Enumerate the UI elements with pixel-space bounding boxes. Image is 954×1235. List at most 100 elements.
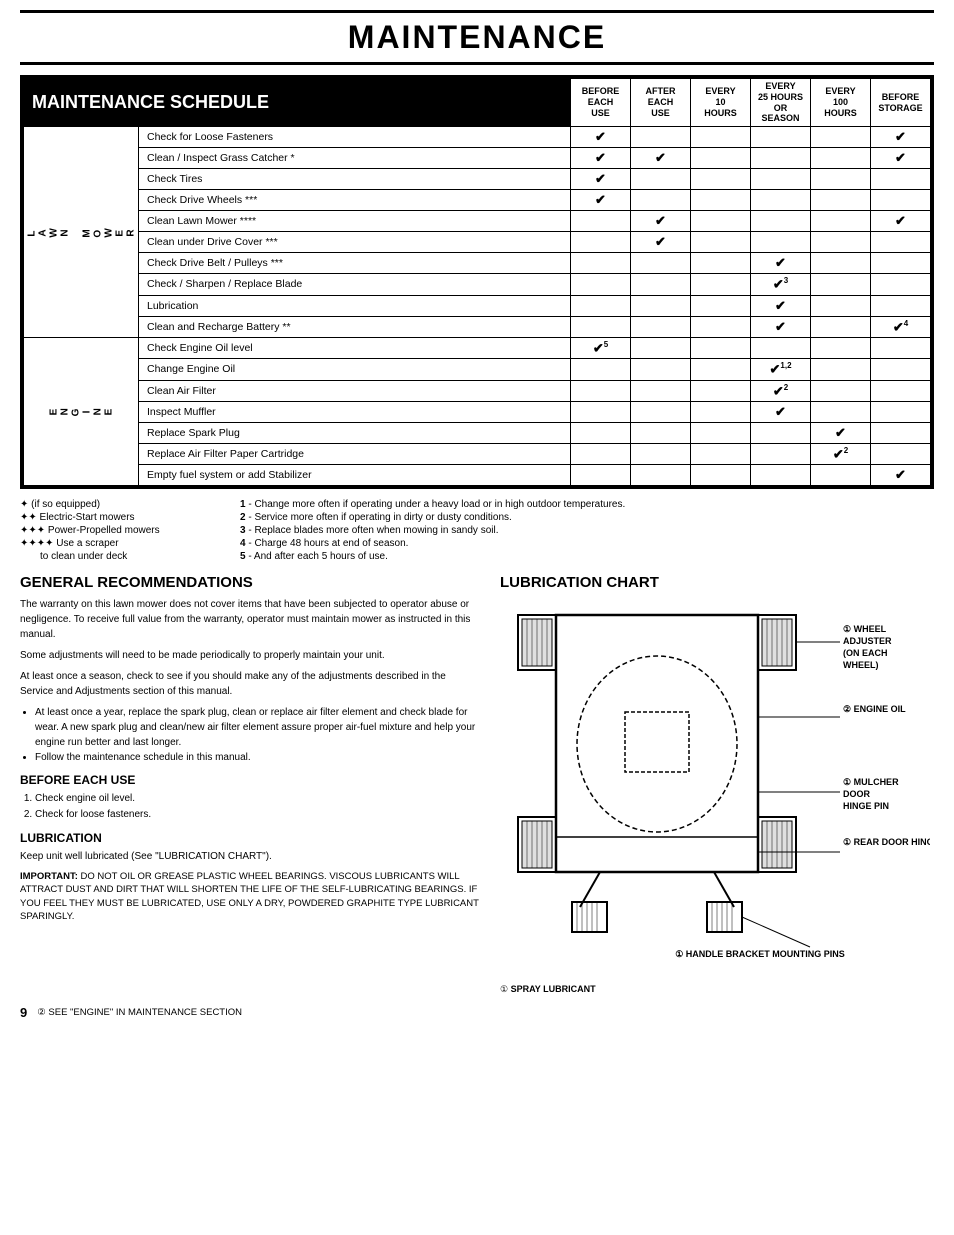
check-every100 [811, 401, 871, 422]
check-before_each [571, 422, 631, 443]
beu-item-2: Check for loose fasteners. [35, 807, 480, 823]
check-every10 [691, 148, 751, 169]
svg-text:ADJUSTER: ADJUSTER [843, 636, 892, 646]
fn-star1: ✦ (if so equipped) [20, 499, 230, 510]
section-label-0: LAWN MOWER [24, 127, 139, 338]
check-every100 [811, 274, 871, 295]
check-before_each [571, 401, 631, 422]
check-every100 [811, 211, 871, 232]
item-cell: Replace Spark Plug [139, 422, 571, 443]
fn-3: 3 - Replace blades more often when mowin… [240, 525, 934, 536]
check-every100 [811, 190, 871, 211]
check-before_each [571, 380, 631, 401]
table-row: Clean Air Filter ✔2 [24, 380, 931, 401]
maintenance-schedule-table: MAINTENANCE SCHEDULE BEFOREEACHUSE AFTER… [23, 78, 931, 486]
lub-label-1: ① SPRAY LUBRICANT [500, 984, 934, 995]
check-before_storage [871, 401, 931, 422]
check-every100 [811, 316, 871, 337]
page-num-row: 9 ② SEE "ENGINE" IN MAINTENANCE SECTION [20, 1005, 934, 1020]
fn-5: 5 - And after each 5 hours of use. [240, 551, 934, 562]
gen-rec-bullets: At least once a year, replace the spark … [35, 705, 480, 765]
check-every25: ✔ [751, 295, 811, 316]
check-before_storage [871, 380, 931, 401]
item-cell: Clean Lawn Mower **** [139, 211, 571, 232]
check-after_each [631, 316, 691, 337]
check-before_each [571, 316, 631, 337]
check-after_each [631, 274, 691, 295]
check-every25: ✔ [751, 253, 811, 274]
schedule-header-label: MAINTENANCE SCHEDULE [24, 79, 571, 127]
check-every100 [811, 169, 871, 190]
fn-star4: ✦✦✦✦ Use a scraper [20, 538, 230, 549]
bullet-2: Follow the maintenance schedule in this … [35, 750, 480, 765]
check-before_each [571, 274, 631, 295]
important-label: IMPORTANT: [20, 871, 81, 882]
check-every100 [811, 465, 871, 486]
table-row: ENGINECheck Engine Oil level✔5 [24, 337, 931, 358]
check-every25: ✔2 [751, 380, 811, 401]
footnotes-right: 1 - Change more often if operating under… [240, 499, 934, 564]
lubrication-heading: LUBRICATION [20, 831, 480, 845]
col-header-5: EVERY100HOURS [811, 79, 871, 127]
see-engine-label: ② SEE "ENGINE" IN MAINTENANCE SECTION [37, 1007, 242, 1018]
check-before_storage: ✔ [871, 211, 931, 232]
svg-text:① HANDLE BRACKET MOUNTING PINS: ① HANDLE BRACKET MOUNTING PINS [675, 949, 845, 959]
item-cell: Lubrication [139, 295, 571, 316]
check-before_each [571, 232, 631, 253]
check-every25: ✔ [751, 401, 811, 422]
item-cell: Clean Air Filter [139, 380, 571, 401]
check-every25 [751, 127, 811, 148]
check-every10 [691, 422, 751, 443]
check-after_each [631, 190, 691, 211]
check-every10 [691, 127, 751, 148]
item-cell: Check for Loose Fasteners [139, 127, 571, 148]
before-each-use-list: Check engine oil level. Check for loose … [35, 791, 480, 823]
check-before_storage: ✔ [871, 148, 931, 169]
check-every10 [691, 274, 751, 295]
gen-rec-p3: At least once a season, check to see if … [20, 669, 480, 699]
check-every10 [691, 359, 751, 380]
check-before_storage [871, 232, 931, 253]
svg-text:WHEEL): WHEEL) [843, 660, 879, 670]
check-every25 [751, 169, 811, 190]
page-title: MAINTENANCE [20, 10, 934, 65]
table-row: Change Engine Oil✔1,2 [24, 359, 931, 380]
check-before_storage: ✔ [871, 127, 931, 148]
check-before_each: ✔ [571, 148, 631, 169]
item-cell: Replace Air Filter Paper Cartridge [139, 443, 571, 464]
check-after_each [631, 295, 691, 316]
check-before_storage [871, 422, 931, 443]
check-every10 [691, 443, 751, 464]
gen-rec-heading: GENERAL RECOMMENDATIONS [20, 574, 480, 591]
svg-text:② ENGINE OIL: ② ENGINE OIL [843, 704, 906, 714]
table-row: Check Tires✔ [24, 169, 931, 190]
check-after_each: ✔ [631, 232, 691, 253]
check-before_each [571, 359, 631, 380]
page-number: 9 [20, 1005, 27, 1020]
item-cell: Check / Sharpen / Replace Blade [139, 274, 571, 295]
footnotes-area: ✦ (if so equipped) ✦✦ Electric-Start mow… [20, 499, 934, 564]
two-col-section: GENERAL RECOMMENDATIONS The warranty on … [20, 574, 934, 995]
col-header-4: EVERY25 HOURSOR SEASON [751, 79, 811, 127]
check-every10 [691, 380, 751, 401]
check-every100 [811, 337, 871, 358]
check-every25 [751, 465, 811, 486]
check-every100 [811, 127, 871, 148]
check-every100: ✔2 [811, 443, 871, 464]
check-after_each [631, 337, 691, 358]
check-after_each: ✔ [631, 148, 691, 169]
table-row: Check Drive Wheels ***✔ [24, 190, 931, 211]
right-column: LUBRICATION CHART [500, 574, 934, 995]
check-before_storage [871, 295, 931, 316]
table-row: LAWN MOWERCheck for Loose Fasteners✔✔ [24, 127, 931, 148]
check-every100 [811, 232, 871, 253]
fn-2: 2 - Service more often if operating in d… [240, 512, 934, 523]
check-before_storage [871, 169, 931, 190]
check-every25: ✔3 [751, 274, 811, 295]
check-every10 [691, 232, 751, 253]
check-after_each [631, 127, 691, 148]
check-every25 [751, 443, 811, 464]
check-every100 [811, 359, 871, 380]
check-every25 [751, 232, 811, 253]
check-every10 [691, 337, 751, 358]
